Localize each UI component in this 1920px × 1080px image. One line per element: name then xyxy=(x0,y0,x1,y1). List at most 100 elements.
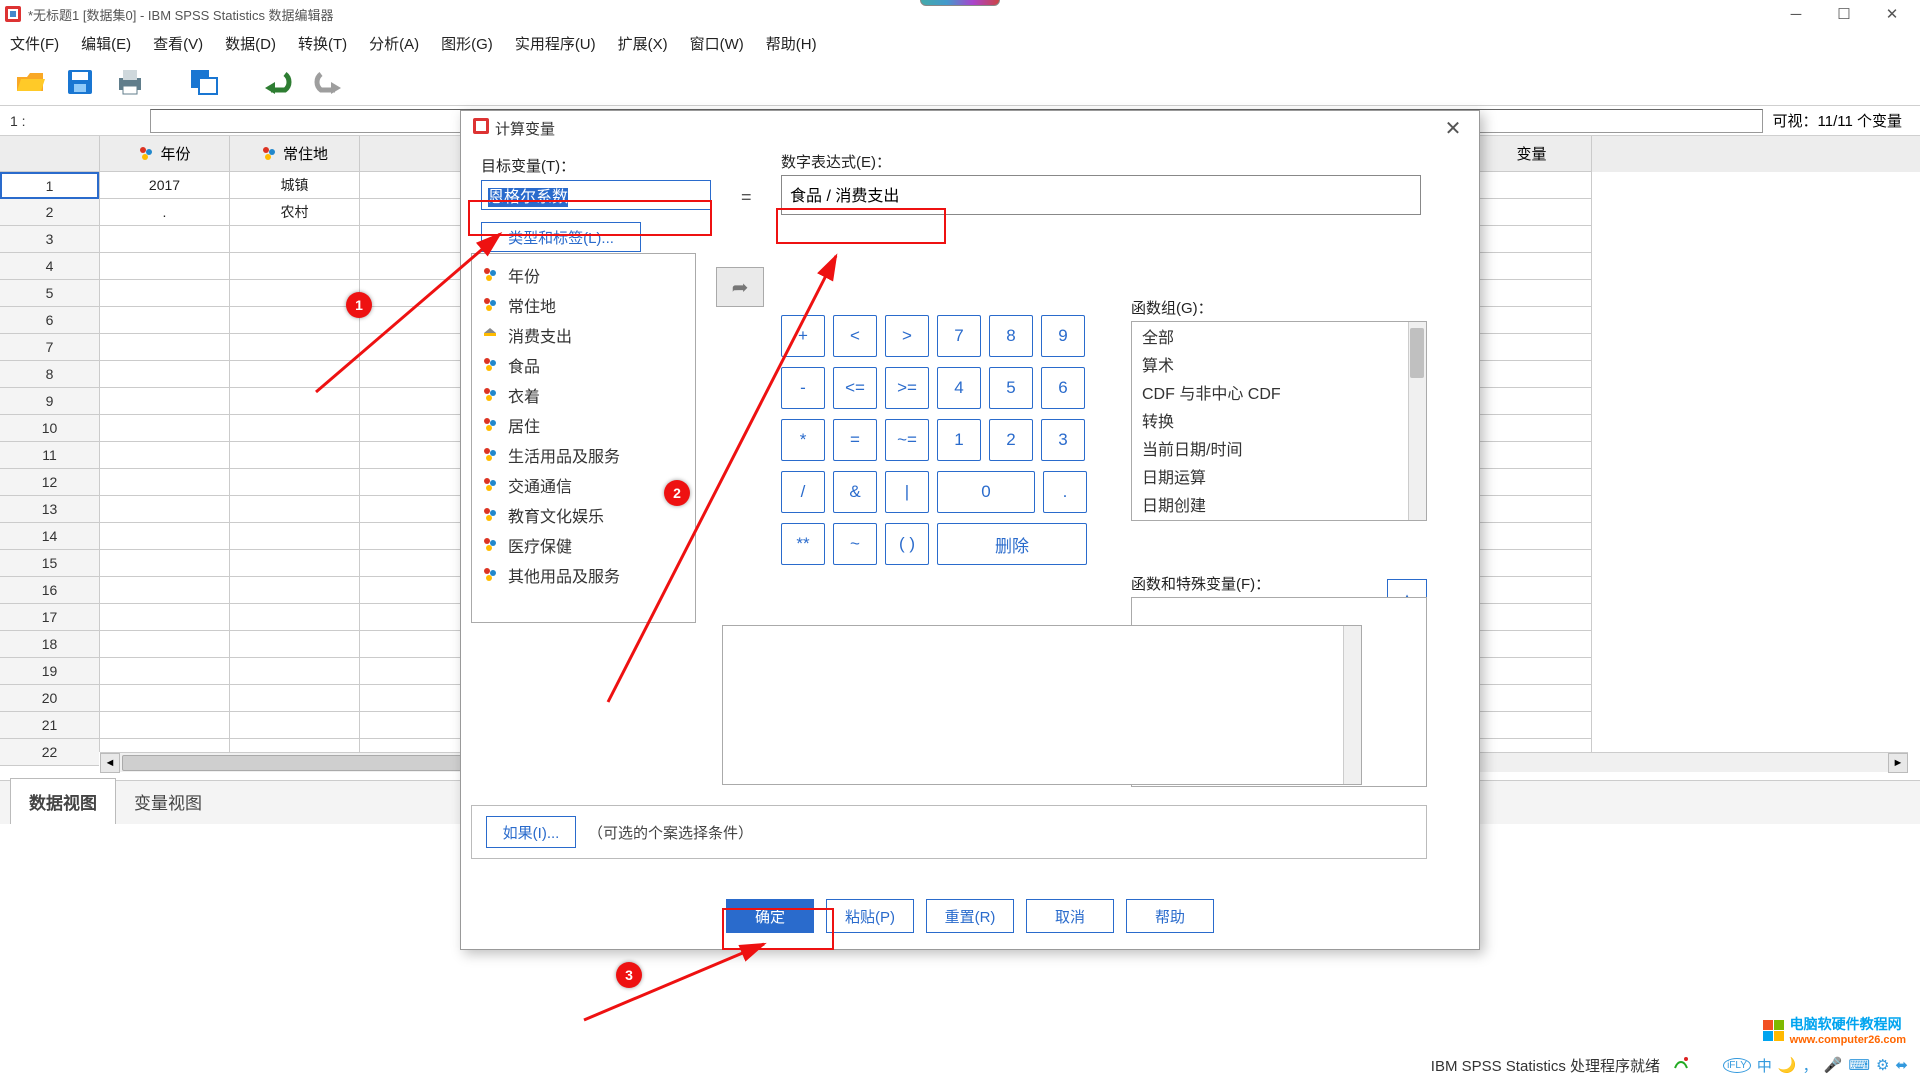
cell-r14-c0[interactable] xyxy=(100,523,230,550)
keypad-~[interactable]: ~ xyxy=(833,523,877,565)
varlist-item[interactable]: 医疗保健 xyxy=(472,530,695,560)
cell-r11-c1[interactable] xyxy=(230,442,360,469)
cancel-button[interactable]: 取消 xyxy=(1026,899,1114,933)
cell-r12-c0[interactable] xyxy=(100,469,230,496)
function-group-item[interactable]: CDF 与非中心 CDF xyxy=(1132,378,1426,406)
keypad-删除[interactable]: 删除 xyxy=(937,523,1087,565)
keypad-.[interactable]: . xyxy=(1043,471,1087,513)
cell-r1-c0[interactable]: 2017 xyxy=(100,172,230,199)
menu-utilities[interactable]: 实用程序(U) xyxy=(515,33,596,54)
rowhead-1[interactable]: 1 xyxy=(0,172,99,199)
open-icon[interactable] xyxy=(12,64,48,100)
maximize-button[interactable]: ☐ xyxy=(1820,0,1868,28)
keypad-<=[interactable]: <= xyxy=(833,367,877,409)
function-group-item[interactable]: 全部 xyxy=(1132,322,1426,350)
function-group-list[interactable]: 全部算术CDF 与非中心 CDF转换当前日期/时间日期运算日期创建 xyxy=(1131,321,1427,521)
cell-r13-c0[interactable] xyxy=(100,496,230,523)
undo-icon[interactable] xyxy=(260,64,296,100)
paste-button[interactable]: 粘贴(P) xyxy=(826,899,914,933)
keypad-4[interactable]: 4 xyxy=(937,367,981,409)
menu-extensions[interactable]: 扩展(X) xyxy=(618,33,668,54)
cell-r15-c6[interactable] xyxy=(1472,550,1592,577)
keypad-**[interactable]: ** xyxy=(781,523,825,565)
menu-edit[interactable]: 编辑(E) xyxy=(81,33,131,54)
cell-r15-c0[interactable] xyxy=(100,550,230,577)
cell-r9-c0[interactable] xyxy=(100,388,230,415)
varlist-item[interactable]: 其他用品及服务 xyxy=(472,560,695,590)
menu-window[interactable]: 窗口(W) xyxy=(690,33,744,54)
keypad-7[interactable]: 7 xyxy=(937,315,981,357)
keypad->[interactable]: > xyxy=(885,315,929,357)
cell-r6-c6[interactable] xyxy=(1472,307,1592,334)
keypad-+[interactable]: + xyxy=(781,315,825,357)
menu-view[interactable]: 查看(V) xyxy=(153,33,203,54)
varlist-item[interactable]: 衣着 xyxy=(472,380,695,410)
rowhead-corner[interactable] xyxy=(0,136,99,172)
cell-r13-c6[interactable] xyxy=(1472,496,1592,523)
cell-r7-c1[interactable] xyxy=(230,334,360,361)
rowhead-10[interactable]: 10 xyxy=(0,415,99,442)
cell-r5-c0[interactable] xyxy=(100,280,230,307)
cell-r17-c0[interactable] xyxy=(100,604,230,631)
ime-logo-icon[interactable]: iFLY xyxy=(1723,1058,1751,1073)
variable-list[interactable]: 年份常住地消费支出食品衣着居住生活用品及服务交通通信教育文化娱乐医疗保健其他用品… xyxy=(471,253,696,623)
keypad->=[interactable]: >= xyxy=(885,367,929,409)
varlist-item[interactable]: 教育文化娱乐 xyxy=(472,500,695,530)
close-button[interactable]: ✕ xyxy=(1868,0,1916,28)
cell-r12-c6[interactable] xyxy=(1472,469,1592,496)
recall-dialog-icon[interactable] xyxy=(186,64,222,100)
cell-r6-c1[interactable] xyxy=(230,307,360,334)
ime-expand-icon[interactable]: ⬌ xyxy=(1895,1056,1908,1074)
rowhead-22[interactable]: 22 xyxy=(0,739,99,766)
ime-moon-icon[interactable]: 🌙 xyxy=(1778,1056,1797,1074)
cell-r8-c0[interactable] xyxy=(100,361,230,388)
if-button[interactable]: 如果(I)... xyxy=(486,816,576,848)
rowhead-3[interactable]: 3 xyxy=(0,226,99,253)
colhead-var-3[interactable]: 变量 xyxy=(1472,136,1592,172)
cell-r3-c0[interactable] xyxy=(100,226,230,253)
keypad-( )[interactable]: ( ) xyxy=(885,523,929,565)
ime-keyboard-icon[interactable]: ⌨ xyxy=(1848,1056,1870,1074)
keypad-2[interactable]: 2 xyxy=(989,419,1033,461)
rowhead-13[interactable]: 13 xyxy=(0,496,99,523)
expression-input[interactable]: 食品 / 消费支出 xyxy=(781,175,1421,215)
redo-icon[interactable] xyxy=(310,64,346,100)
function-group-scrollbar[interactable] xyxy=(1408,322,1426,520)
cell-r13-c1[interactable] xyxy=(230,496,360,523)
cell-r11-c6[interactable] xyxy=(1472,442,1592,469)
cell-r21-c0[interactable] xyxy=(100,712,230,739)
cell-r20-c1[interactable] xyxy=(230,685,360,712)
cell-r19-c6[interactable] xyxy=(1472,658,1592,685)
cell-r10-c0[interactable] xyxy=(100,415,230,442)
rowhead-14[interactable]: 14 xyxy=(0,523,99,550)
cell-r3-c6[interactable] xyxy=(1472,226,1592,253)
function-group-item[interactable]: 当前日期/时间 xyxy=(1132,434,1426,462)
cell-r4-c6[interactable] xyxy=(1472,253,1592,280)
description-scrollbar[interactable] xyxy=(1343,626,1361,784)
tab-data-view[interactable]: 数据视图 xyxy=(10,778,116,824)
cell-r8-c1[interactable] xyxy=(230,361,360,388)
cell-r7-c0[interactable] xyxy=(100,334,230,361)
varlist-item[interactable]: 居住 xyxy=(472,410,695,440)
rowhead-21[interactable]: 21 xyxy=(0,712,99,739)
cell-r9-c6[interactable] xyxy=(1472,388,1592,415)
cell-r20-c0[interactable] xyxy=(100,685,230,712)
target-variable-input[interactable]: 恩格尔系数 xyxy=(481,180,711,210)
keypad-8[interactable]: 8 xyxy=(989,315,1033,357)
cell-r21-c6[interactable] xyxy=(1472,712,1592,739)
ime-mic-icon[interactable]: 🎤 xyxy=(1824,1056,1843,1074)
rowhead-20[interactable]: 20 xyxy=(0,685,99,712)
cell-r1-c6[interactable] xyxy=(1472,172,1592,199)
cell-r17-c1[interactable] xyxy=(230,604,360,631)
minimize-button[interactable]: ─ xyxy=(1772,0,1820,28)
varlist-item[interactable]: 年份 xyxy=(472,260,695,290)
rowhead-11[interactable]: 11 xyxy=(0,442,99,469)
keypad-1[interactable]: 1 xyxy=(937,419,981,461)
rowhead-6[interactable]: 6 xyxy=(0,307,99,334)
rowhead-18[interactable]: 18 xyxy=(0,631,99,658)
cell-r1-c1[interactable]: 城镇 xyxy=(230,172,360,199)
menu-file[interactable]: 文件(F) xyxy=(10,33,59,54)
keypad-|[interactable]: | xyxy=(885,471,929,513)
colhead-year[interactable]: 年份 xyxy=(100,136,230,172)
menu-help[interactable]: 帮助(H) xyxy=(766,33,817,54)
